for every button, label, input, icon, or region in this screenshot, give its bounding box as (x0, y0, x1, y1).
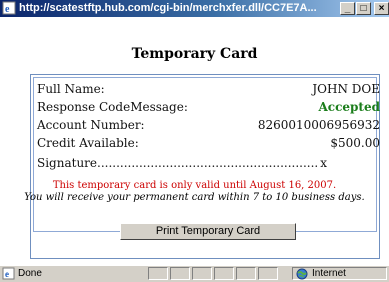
maximize-button[interactable]: □ (356, 2, 371, 15)
status-cell (214, 267, 234, 280)
window-titlebar: e http://scatestftp.hub.com/cgi-bin/merc… (0, 0, 389, 17)
validity-notice: This temporary card is only valid until … (52, 180, 337, 191)
permanent-card-notice: You will receive your permanent card wit… (24, 192, 365, 203)
status-cell (236, 267, 256, 280)
account-number-label: Account Number: (37, 118, 145, 132)
ie-page-icon: e (2, 1, 16, 15)
svg-text:e: e (5, 269, 9, 279)
status-cell (148, 267, 168, 280)
row-response-code: Response CodeMessage: Accepted (37, 99, 380, 115)
signature-label: Signature...............................… (37, 156, 319, 170)
window-title: http://scatestftp.hub.com/cgi-bin/merchx… (19, 2, 317, 14)
signature-mark: x (320, 156, 327, 170)
close-button[interactable]: × (374, 2, 389, 15)
svg-text:e: e (5, 4, 10, 15)
internet-globe-icon (296, 268, 308, 280)
response-code-label: Response CodeMessage: (37, 100, 188, 114)
security-zone-text: Internet (312, 268, 346, 279)
credit-available-value: $500.00 (330, 136, 380, 150)
page-done-icon: e (2, 267, 15, 280)
status-text: Done (18, 268, 42, 279)
minimize-button[interactable]: _ (340, 2, 355, 15)
row-full-name: Full Name: JOHN DOE (37, 81, 380, 97)
status-cell (192, 267, 212, 280)
full-name-label: Full Name: (37, 82, 105, 96)
print-temporary-card-button[interactable]: Print Temporary Card (120, 223, 296, 240)
credit-available-label: Credit Available: (37, 136, 139, 150)
row-signature: Signature...............................… (37, 155, 327, 171)
response-code-value: Accepted (318, 100, 380, 114)
row-account-number: Account Number: 8260010006956932 (37, 117, 380, 133)
full-name-value: JOHN DOE (312, 82, 380, 96)
status-cell (258, 267, 278, 280)
status-cell (170, 267, 190, 280)
status-bar: e Done Internet (0, 265, 389, 282)
account-number-value: 8260010006956932 (257, 118, 380, 132)
row-credit-available: Credit Available: $500.00 (37, 135, 380, 151)
page-title: Temporary Card (131, 46, 258, 62)
